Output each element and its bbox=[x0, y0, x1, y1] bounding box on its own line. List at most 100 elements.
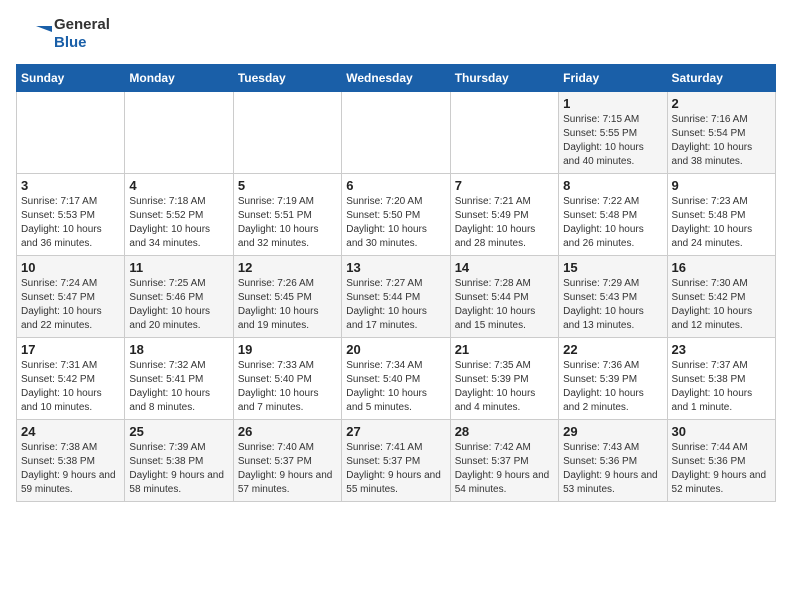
day-number: 22 bbox=[563, 342, 662, 357]
calendar-cell: 1 Sunrise: 7:15 AM Sunset: 5:55 PM Daylig… bbox=[559, 92, 667, 174]
day-number: 13 bbox=[346, 260, 445, 275]
logo: General Blue bbox=[16, 16, 110, 52]
weekday-header: Monday bbox=[125, 65, 233, 92]
day-number: 6 bbox=[346, 178, 445, 193]
day-number: 15 bbox=[563, 260, 662, 275]
day-number: 27 bbox=[346, 424, 445, 439]
calendar-cell bbox=[233, 92, 341, 174]
calendar-cell: 7 Sunrise: 7:21 AM Sunset: 5:49 PM Daylig… bbox=[450, 174, 558, 256]
weekday-header: Thursday bbox=[450, 65, 558, 92]
day-number: 7 bbox=[455, 178, 554, 193]
calendar-cell: 17 Sunrise: 7:31 AM Sunset: 5:42 PM Dayli… bbox=[17, 338, 125, 420]
day-info: Sunrise: 7:17 AM Sunset: 5:53 PM Dayligh… bbox=[21, 195, 120, 251]
day-info: Sunrise: 7:22 AM Sunset: 5:48 PM Dayligh… bbox=[563, 195, 662, 251]
weekday-header: Tuesday bbox=[233, 65, 341, 92]
day-number: 17 bbox=[21, 342, 120, 357]
calendar-week-row: 24 Sunrise: 7:38 AM Sunset: 5:38 PM Dayli… bbox=[17, 420, 776, 502]
weekday-header: Friday bbox=[559, 65, 667, 92]
page-header: General Blue bbox=[16, 16, 776, 52]
day-number: 19 bbox=[238, 342, 337, 357]
day-info: Sunrise: 7:34 AM Sunset: 5:40 PM Dayligh… bbox=[346, 359, 445, 415]
day-number: 8 bbox=[563, 178, 662, 193]
day-number: 2 bbox=[672, 96, 771, 111]
day-info: Sunrise: 7:43 AM Sunset: 5:36 PM Dayligh… bbox=[563, 441, 662, 497]
calendar-cell: 6 Sunrise: 7:20 AM Sunset: 5:50 PM Daylig… bbox=[342, 174, 450, 256]
day-info: Sunrise: 7:32 AM Sunset: 5:41 PM Dayligh… bbox=[129, 359, 228, 415]
calendar-cell: 18Sunrise: 7:32 AM Sunset: 5:41 PM Dayli… bbox=[125, 338, 233, 420]
day-number: 12 bbox=[238, 260, 337, 275]
day-info: Sunrise: 7:18 AM Sunset: 5:52 PM Dayligh… bbox=[129, 195, 228, 251]
calendar-cell: 24 Sunrise: 7:38 AM Sunset: 5:38 PM Dayli… bbox=[17, 420, 125, 502]
weekday-header: Sunday bbox=[17, 65, 125, 92]
day-info: Sunrise: 7:21 AM Sunset: 5:49 PM Dayligh… bbox=[455, 195, 554, 251]
calendar-cell: 28Sunrise: 7:42 AM Sunset: 5:37 PM Dayli… bbox=[450, 420, 558, 502]
day-info: Sunrise: 7:23 AM Sunset: 5:48 PM Dayligh… bbox=[672, 195, 771, 251]
calendar-cell: 25 Sunrise: 7:39 AM Sunset: 5:38 PM Dayli… bbox=[125, 420, 233, 502]
day-info: Sunrise: 7:26 AM Sunset: 5:45 PM Dayligh… bbox=[238, 277, 337, 333]
logo-container: General Blue bbox=[16, 16, 110, 52]
calendar-cell: 5 Sunrise: 7:19 AM Sunset: 5:51 PM Daylig… bbox=[233, 174, 341, 256]
day-info: Sunrise: 7:15 AM Sunset: 5:55 PM Dayligh… bbox=[563, 113, 662, 169]
day-number: 16 bbox=[672, 260, 771, 275]
weekday-header: Saturday bbox=[667, 65, 775, 92]
day-info: Sunrise: 7:40 AM Sunset: 5:37 PM Dayligh… bbox=[238, 441, 337, 497]
calendar-cell: 19 Sunrise: 7:33 AM Sunset: 5:40 PM Dayli… bbox=[233, 338, 341, 420]
day-info: Sunrise: 7:31 AM Sunset: 5:42 PM Dayligh… bbox=[21, 359, 120, 415]
calendar-cell: 30 Sunrise: 7:44 AM Sunset: 5:36 PM Dayli… bbox=[667, 420, 775, 502]
calendar-cell: 22 Sunrise: 7:36 AM Sunset: 5:39 PM Dayli… bbox=[559, 338, 667, 420]
day-info: Sunrise: 7:44 AM Sunset: 5:36 PM Dayligh… bbox=[672, 441, 771, 497]
day-number: 3 bbox=[21, 178, 120, 193]
calendar-cell bbox=[342, 92, 450, 174]
day-info: Sunrise: 7:41 AM Sunset: 5:37 PM Dayligh… bbox=[346, 441, 445, 497]
day-number: 5 bbox=[238, 178, 337, 193]
calendar-cell: 16 Sunrise: 7:30 AM Sunset: 5:42 PM Dayli… bbox=[667, 256, 775, 338]
day-number: 14 bbox=[455, 260, 554, 275]
day-number: 9 bbox=[672, 178, 771, 193]
logo-general: General bbox=[54, 16, 110, 33]
calendar-week-row: 17 Sunrise: 7:31 AM Sunset: 5:42 PM Dayli… bbox=[17, 338, 776, 420]
calendar-cell: 15 Sunrise: 7:29 AM Sunset: 5:43 PM Dayli… bbox=[559, 256, 667, 338]
calendar-table: SundayMondayTuesdayWednesdayThursdayFrid… bbox=[16, 64, 776, 502]
day-info: Sunrise: 7:33 AM Sunset: 5:40 PM Dayligh… bbox=[238, 359, 337, 415]
day-info: Sunrise: 7:24 AM Sunset: 5:47 PM Dayligh… bbox=[21, 277, 120, 333]
day-number: 29 bbox=[563, 424, 662, 439]
day-info: Sunrise: 7:19 AM Sunset: 5:51 PM Dayligh… bbox=[238, 195, 337, 251]
calendar-cell bbox=[17, 92, 125, 174]
day-info: Sunrise: 7:39 AM Sunset: 5:38 PM Dayligh… bbox=[129, 441, 228, 497]
day-info: Sunrise: 7:36 AM Sunset: 5:39 PM Dayligh… bbox=[563, 359, 662, 415]
calendar-cell: 2 Sunrise: 7:16 AM Sunset: 5:54 PM Daylig… bbox=[667, 92, 775, 174]
day-info: Sunrise: 7:38 AM Sunset: 5:38 PM Dayligh… bbox=[21, 441, 120, 497]
day-info: Sunrise: 7:35 AM Sunset: 5:39 PM Dayligh… bbox=[455, 359, 554, 415]
day-info: Sunrise: 7:30 AM Sunset: 5:42 PM Dayligh… bbox=[672, 277, 771, 333]
day-number: 26 bbox=[238, 424, 337, 439]
logo-text: General Blue bbox=[54, 16, 110, 51]
calendar-cell: 3 Sunrise: 7:17 AM Sunset: 5:53 PM Daylig… bbox=[17, 174, 125, 256]
calendar-cell: 11 Sunrise: 7:25 AM Sunset: 5:46 PM Dayli… bbox=[125, 256, 233, 338]
calendar-week-row: 1 Sunrise: 7:15 AM Sunset: 5:55 PM Daylig… bbox=[17, 92, 776, 174]
day-number: 24 bbox=[21, 424, 120, 439]
logo-bird-icon bbox=[16, 16, 52, 52]
day-info: Sunrise: 7:28 AM Sunset: 5:44 PM Dayligh… bbox=[455, 277, 554, 333]
day-number: 30 bbox=[672, 424, 771, 439]
calendar-cell: 21 Sunrise: 7:35 AM Sunset: 5:39 PM Dayli… bbox=[450, 338, 558, 420]
day-info: Sunrise: 7:20 AM Sunset: 5:50 PM Dayligh… bbox=[346, 195, 445, 251]
calendar-cell: 4 Sunrise: 7:18 AM Sunset: 5:52 PM Daylig… bbox=[125, 174, 233, 256]
day-info: Sunrise: 7:25 AM Sunset: 5:46 PM Dayligh… bbox=[129, 277, 228, 333]
calendar-cell: 20Sunrise: 7:34 AM Sunset: 5:40 PM Dayli… bbox=[342, 338, 450, 420]
day-info: Sunrise: 7:27 AM Sunset: 5:44 PM Dayligh… bbox=[346, 277, 445, 333]
day-number: 10 bbox=[21, 260, 120, 275]
day-number: 4 bbox=[129, 178, 228, 193]
calendar-cell: 10 Sunrise: 7:24 AM Sunset: 5:47 PM Dayli… bbox=[17, 256, 125, 338]
calendar-cell: 14 Sunrise: 7:28 AM Sunset: 5:44 PM Dayli… bbox=[450, 256, 558, 338]
calendar-cell: 23Sunrise: 7:37 AM Sunset: 5:38 PM Dayli… bbox=[667, 338, 775, 420]
day-info: Sunrise: 7:16 AM Sunset: 5:54 PM Dayligh… bbox=[672, 113, 771, 169]
calendar-week-row: 3 Sunrise: 7:17 AM Sunset: 5:53 PM Daylig… bbox=[17, 174, 776, 256]
day-number: 11 bbox=[129, 260, 228, 275]
calendar-cell: 8 Sunrise: 7:22 AM Sunset: 5:48 PM Daylig… bbox=[559, 174, 667, 256]
day-number: 25 bbox=[129, 424, 228, 439]
day-number: 1 bbox=[563, 96, 662, 111]
day-info: Sunrise: 7:29 AM Sunset: 5:43 PM Dayligh… bbox=[563, 277, 662, 333]
calendar-cell bbox=[450, 92, 558, 174]
day-number: 23 bbox=[672, 342, 771, 357]
day-number: 21 bbox=[455, 342, 554, 357]
